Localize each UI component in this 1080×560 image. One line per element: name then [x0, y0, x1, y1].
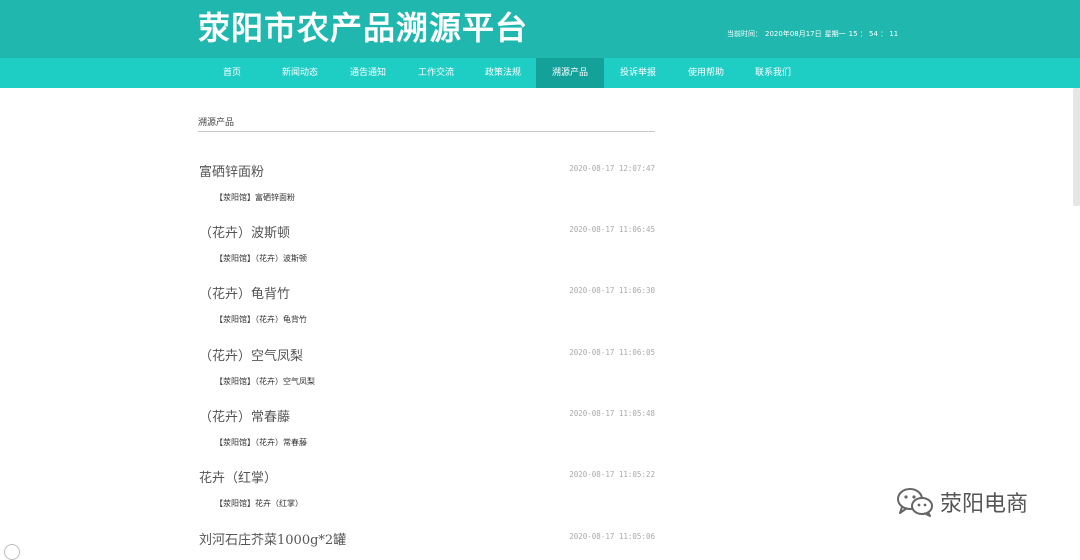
item-desc: 【荥阳馆】花卉（红掌）: [215, 499, 303, 508]
item-date: 2020-08-17 11:05:06: [569, 532, 655, 541]
item-title[interactable]: （花卉）常春藤: [199, 406, 290, 425]
section-divider: [198, 131, 655, 132]
item-desc: 【荥阳馆】（花卉）空气凤梨: [215, 377, 315, 386]
nav-item-news[interactable]: 新闻动态: [266, 58, 334, 88]
list-item: 富硒锌面粉 2020-08-17 12:07:47 【荥阳馆】富硒锌面粉: [198, 161, 655, 223]
scrollbar[interactable]: [1073, 88, 1080, 206]
nav-item-trace-products[interactable]: 溯源产品: [536, 58, 604, 88]
list-item: 刘河石庄芥菜1000g*2罐 2020-08-17 11:05:06: [198, 529, 655, 550]
item-title[interactable]: 富硒锌面粉: [199, 161, 264, 180]
current-datetime: 当前时间： 2020年08月17日 星期一 15 ： 54 ： 11: [727, 29, 901, 39]
nav-item-help[interactable]: 使用帮助: [672, 58, 740, 88]
item-date: 2020-08-17 11:05:22: [569, 470, 655, 479]
nav-item-work-exchange[interactable]: 工作交流: [402, 58, 470, 88]
main-nav: 首页 新闻动态 通告通知 工作交流 政策法规 溯源产品 投诉举报 使用帮助 联系…: [0, 58, 1080, 88]
nav-item-notices[interactable]: 通告通知: [334, 58, 402, 88]
item-title[interactable]: 花卉（红掌）: [199, 467, 277, 486]
item-date: 2020-08-17 11:05:48: [569, 409, 655, 418]
list-item: （花卉）空气凤梨 2020-08-17 11:06:05 【荥阳馆】（花卉）空气…: [198, 345, 655, 407]
datetime-weekday: 星期一: [824, 30, 846, 38]
item-desc: 【荥阳馆】（花卉）常春藤: [215, 438, 307, 447]
item-title[interactable]: （花卉）龟背竹: [199, 283, 290, 302]
datetime-label: 当前时间：: [727, 30, 762, 38]
item-desc: 【荥阳馆】（花卉）波斯顿: [215, 254, 307, 263]
item-title[interactable]: （花卉）空气凤梨: [199, 345, 303, 364]
watermark-text: 荥阳电商: [940, 492, 1029, 517]
item-date: 2020-08-17 11:06:05: [569, 348, 655, 357]
nav-item-policies[interactable]: 政策法规: [469, 58, 537, 88]
datetime-date: 2020年08月17日: [765, 30, 822, 38]
list-item: （花卉）常春藤 2020-08-17 11:05:48 【荥阳馆】（花卉）常春藤: [198, 406, 655, 468]
nav-item-contact[interactable]: 联系我们: [739, 58, 807, 88]
item-desc: 【荥阳馆】（花卉）龟背竹: [215, 315, 307, 324]
list-item: 花卉（红掌） 2020-08-17 11:05:22 【荥阳馆】花卉（红掌）: [198, 467, 655, 529]
site-title: 荥阳市农产品溯源平台: [198, 9, 529, 47]
datetime-time: 15 ： 54 ： 11: [848, 30, 899, 38]
item-title[interactable]: 刘河石庄芥菜1000g*2罐: [199, 529, 346, 548]
item-desc: 【荥阳馆】富硒锌面粉: [215, 193, 295, 202]
list-item: （花卉）波斯顿 2020-08-17 11:06:45 【荥阳馆】（花卉）波斯顿: [198, 222, 655, 284]
header: 荥阳市农产品溯源平台 当前时间： 2020年08月17日 星期一 15 ： 54 ： …: [0, 0, 1080, 58]
item-date: 2020-08-17 11:06:30: [569, 286, 655, 295]
wechat-icon: [897, 488, 933, 517]
nav-item-complaints[interactable]: 投诉举报: [604, 58, 672, 88]
watermark: 荥阳电商: [896, 484, 1028, 520]
item-title[interactable]: （花卉）波斯顿: [199, 222, 290, 241]
section-title: 溯源产品: [198, 118, 235, 128]
corner-circle: [4, 544, 20, 560]
nav-item-home[interactable]: 首页: [198, 58, 266, 88]
item-date: 2020-08-17 12:07:47: [569, 164, 655, 173]
item-date: 2020-08-17 11:06:45: [569, 225, 655, 234]
list-item: （花卉）龟背竹 2020-08-17 11:06:30 【荥阳馆】（花卉）龟背竹: [198, 283, 655, 345]
